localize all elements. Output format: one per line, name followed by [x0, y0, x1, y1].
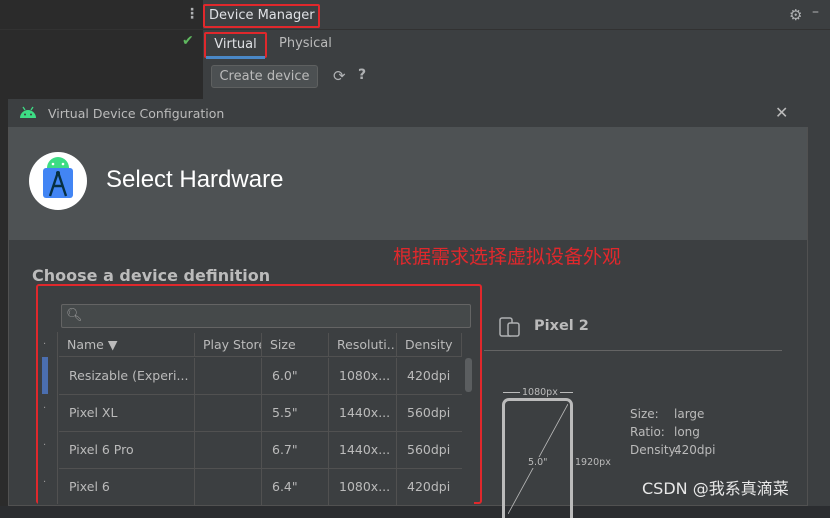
help-icon[interactable]: ?: [358, 67, 366, 83]
minimize-icon[interactable]: –: [812, 4, 819, 20]
create-device-button[interactable]: Create device: [211, 65, 318, 88]
cell-size: 5.5": [262, 395, 329, 431]
cell-size: 6.0": [262, 358, 329, 394]
android-studio-logo: [29, 152, 87, 210]
cell-density: 560dpi: [407, 405, 451, 420]
refresh-icon[interactable]: ⟳: [333, 67, 346, 85]
column-header-play-store[interactable]: Play Store: [195, 333, 262, 357]
more-options-icon[interactable]: ⋮: [185, 6, 199, 22]
cell-density: 420dpi: [407, 368, 451, 383]
cell-name: Resizable (Experi...: [59, 358, 195, 394]
search-input[interactable]: [61, 304, 471, 328]
device-manager-title: Device Manager: [203, 4, 320, 28]
android-icon: [20, 106, 36, 118]
table-row[interactable]: Pixel 6 Pro 6.7" 1440x... 560dpi: [59, 432, 462, 469]
category-list: [38, 332, 58, 504]
column-header-name[interactable]: Name ▼: [59, 333, 195, 357]
android-studio-icon: [43, 157, 73, 198]
tab-physical[interactable]: Physical: [279, 36, 332, 51]
category-item[interactable]: .: [43, 474, 46, 485]
check-icon: ✔: [182, 33, 194, 49]
spec-ratio: Ratio: long: [630, 425, 700, 439]
cell-name: Pixel XL: [59, 395, 195, 431]
close-icon[interactable]: ✕: [775, 103, 788, 122]
spec-label: Ratio:: [630, 425, 665, 439]
column-header-resolution[interactable]: Resoluti...: [329, 333, 397, 357]
dialog-title: Virtual Device Configuration: [48, 106, 225, 121]
watermark: CSDN @我系真滴菜: [642, 479, 789, 498]
cell-play-store: [195, 395, 262, 431]
tab-selected-indicator: [206, 56, 265, 59]
spec-value: long: [674, 425, 700, 439]
cell-play-store: [195, 358, 262, 394]
cell-density: 560dpi: [407, 442, 451, 457]
spec-value: 420dpi: [674, 443, 716, 457]
cell-name: Pixel 6: [59, 469, 195, 505]
device-frames-icon: [499, 317, 520, 337]
diagonal-label: 5.0": [528, 457, 548, 468]
spec-value: large: [674, 407, 705, 421]
gear-icon[interactable]: ⚙: [789, 6, 802, 24]
category-item[interactable]: .: [43, 437, 46, 448]
column-header-density[interactable]: Density: [397, 333, 462, 357]
cell-resolution: 1440x...: [329, 395, 397, 431]
preview-device-name: Pixel 2: [534, 318, 589, 334]
scrollbar-thumb[interactable]: [465, 358, 472, 392]
category-item[interactable]: .: [43, 336, 46, 347]
page-title: Select Hardware: [106, 166, 284, 193]
cell-size: 6.7": [262, 432, 329, 468]
category-item[interactable]: .: [43, 400, 46, 411]
cell-name: Pixel 6 Pro: [59, 432, 195, 468]
cell-size: 6.4": [262, 469, 329, 505]
cell-resolution: 1440x...: [329, 432, 397, 468]
category-selected-item[interactable]: [42, 357, 48, 394]
table-row[interactable]: Pixel XL 5.5" 1440x... 560dpi: [59, 395, 462, 432]
search-icon: 🔍︎: [66, 308, 83, 323]
spec-density: Density: 420dpi: [630, 443, 715, 457]
cell-density: 420dpi: [407, 479, 451, 494]
table-row[interactable]: Pixel 6 6.4" 1080x... 420dpi: [59, 469, 462, 506]
tab-virtual[interactable]: Virtual: [204, 32, 267, 58]
column-header-size[interactable]: Size: [262, 333, 329, 357]
spec-label: Size:: [630, 407, 659, 421]
height-label: 1920px: [575, 457, 611, 468]
annotation-text: 根据需求选择虚拟设备外观: [393, 246, 622, 268]
spec-label: Density:: [630, 443, 679, 457]
spec-size: Size: large: [630, 407, 704, 421]
cell-resolution: 1080x...: [329, 358, 397, 394]
ide-window: ⋮ ✔ Device Manager ⚙ – Virtual Physical …: [0, 0, 830, 518]
table-row[interactable]: Resizable (Experi... 6.0" 1080x... 420dp…: [59, 358, 462, 395]
divider: [484, 350, 782, 351]
cell-resolution: 1080x...: [329, 469, 397, 505]
cell-play-store: [195, 432, 262, 468]
cell-play-store: [195, 469, 262, 505]
section-heading: Choose a device definition: [32, 266, 271, 285]
width-label: 1080px: [520, 387, 560, 398]
